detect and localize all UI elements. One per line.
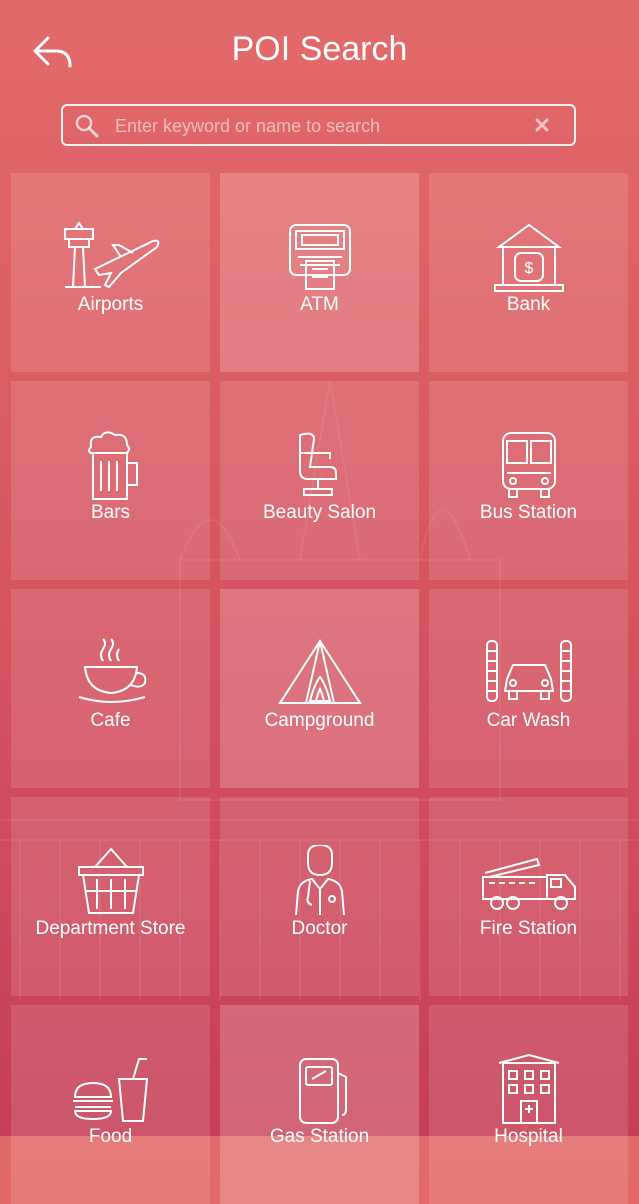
hospital-icon xyxy=(498,1053,560,1124)
search-bar[interactable] xyxy=(61,104,576,146)
category-label: Beauty Salon xyxy=(262,502,377,523)
category-campground[interactable]: Campground xyxy=(220,589,419,788)
search-icon xyxy=(75,114,99,138)
category-label: Gas Station xyxy=(269,1126,370,1147)
category-fire-station[interactable]: Fire Station xyxy=(429,797,628,996)
category-label: Hospital xyxy=(494,1126,563,1147)
category-label: Doctor xyxy=(291,918,348,939)
category-hospital[interactable]: Hospital xyxy=(429,1005,628,1204)
airport-icon xyxy=(64,221,160,289)
category-bank[interactable]: $ Bank xyxy=(429,173,628,372)
fire-truck-icon xyxy=(482,857,576,910)
beer-mug-icon xyxy=(88,431,138,500)
coffee-cup-icon xyxy=(78,638,147,703)
page-title: POI Search xyxy=(231,30,408,68)
category-label: Bars xyxy=(90,502,131,523)
category-beauty-salon[interactable]: Beauty Salon xyxy=(220,381,419,580)
shopping-basket-icon xyxy=(78,847,144,914)
category-label: Bus Station xyxy=(479,502,578,523)
category-doctor[interactable]: Doctor xyxy=(220,797,419,996)
category-label: Bank xyxy=(506,294,551,315)
category-label: Food xyxy=(88,1126,133,1147)
category-department-store[interactable]: Department Store xyxy=(11,797,210,996)
search-input[interactable] xyxy=(113,110,537,142)
category-bars[interactable]: Bars xyxy=(11,381,210,580)
salon-chair-icon xyxy=(299,432,337,496)
category-label: Car Wash xyxy=(486,710,571,731)
clear-icon[interactable] xyxy=(532,115,552,135)
atm-icon xyxy=(289,224,351,290)
category-cafe[interactable]: Cafe xyxy=(11,589,210,788)
category-label: Cafe xyxy=(90,710,131,731)
bus-icon xyxy=(502,432,556,498)
category-airports[interactable]: Airports xyxy=(11,173,210,372)
svg-text:$: $ xyxy=(525,260,534,277)
category-bus-station[interactable]: Bus Station xyxy=(429,381,628,580)
bank-icon: $ xyxy=(494,223,564,292)
category-label: Airports xyxy=(77,294,144,315)
gas-pump-icon xyxy=(299,1058,347,1124)
category-car-wash[interactable]: Car Wash xyxy=(429,589,628,788)
category-label: Fire Station xyxy=(479,918,578,939)
category-atm[interactable]: ATM xyxy=(220,173,419,372)
header: POI Search xyxy=(0,0,639,100)
car-wash-icon xyxy=(486,640,572,702)
category-food[interactable]: Food xyxy=(11,1005,210,1204)
burger-drink-icon xyxy=(73,1058,149,1122)
tent-icon xyxy=(278,639,362,704)
category-label: ATM xyxy=(300,294,339,315)
category-label: Department Store xyxy=(35,918,186,939)
doctor-icon xyxy=(295,845,345,916)
category-label: Campground xyxy=(264,710,375,731)
category-gas-station[interactable]: Gas Station xyxy=(220,1005,419,1204)
